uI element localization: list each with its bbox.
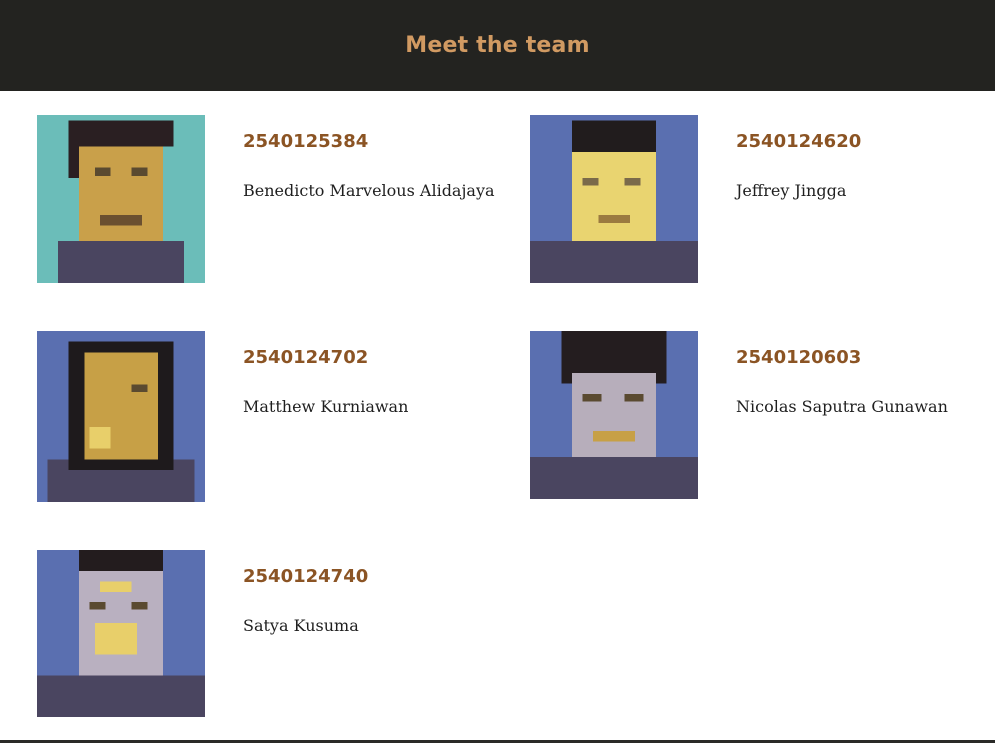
member-name: Nicolas Saputra Gunawan [736, 397, 948, 416]
page-header: Meet the team [0, 0, 995, 91]
member-avatar [530, 331, 698, 499]
member-name: Matthew Kurniawan [243, 397, 409, 416]
member-id: 2540120603 [736, 347, 862, 368]
member-avatar [37, 550, 205, 717]
member-name: Satya Kusuma [243, 616, 359, 635]
member-avatar [37, 331, 205, 502]
page-title: Meet the team [405, 33, 590, 58]
member-avatar [530, 115, 698, 283]
member-name: Benedicto Marvelous Alidajaya [243, 181, 495, 200]
member-name: Jeffrey Jingga [736, 181, 847, 200]
member-id: 2540124620 [736, 131, 862, 152]
member-id: 2540125384 [243, 131, 369, 152]
member-id: 2540124740 [243, 566, 369, 587]
member-avatar [37, 115, 205, 283]
member-id: 2540124702 [243, 347, 369, 368]
